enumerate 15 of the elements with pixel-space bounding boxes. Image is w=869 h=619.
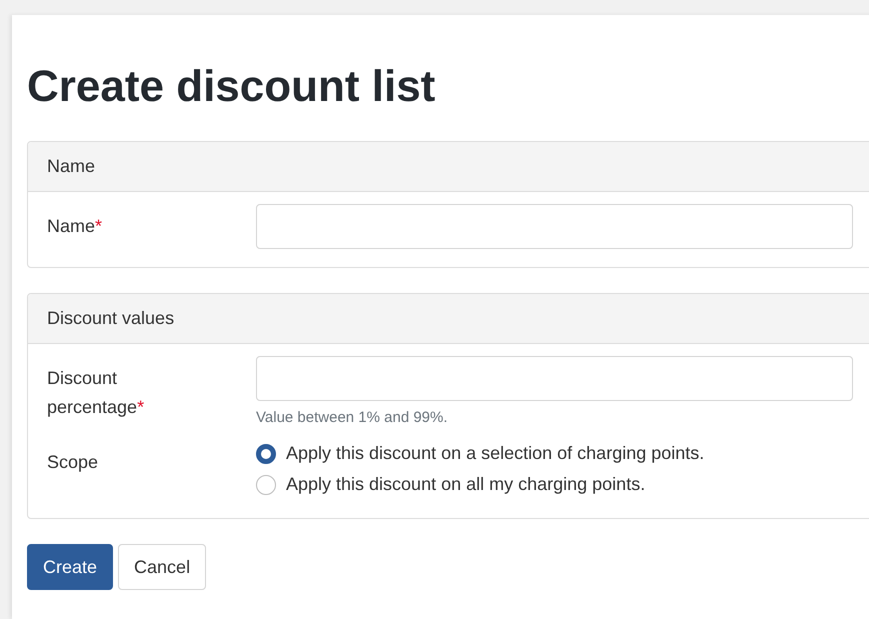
- page-title: Create discount list: [27, 65, 436, 109]
- radio-label[interactable]: Apply this discount on a selection of charging points.: [286, 443, 704, 464]
- text-field[interactable]: [256, 204, 853, 249]
- card-header: Name: [28, 142, 869, 192]
- field-label: Scope: [47, 451, 98, 474]
- card-header: Discount values: [28, 294, 869, 344]
- radio-button[interactable]: [256, 444, 276, 464]
- create-button[interactable]: Create: [27, 544, 114, 590]
- text-field[interactable]: [256, 356, 853, 401]
- help-text: Value between 1% and 99%.: [256, 409, 449, 426]
- field-label: Discount percentage*: [47, 367, 146, 419]
- radio-label[interactable]: Apply this discount on all my charging points.: [286, 474, 646, 495]
- field-label: Name*: [47, 215, 102, 238]
- radio-button[interactable]: [256, 474, 276, 494]
- cancel-button[interactable]: Cancel: [118, 544, 206, 590]
